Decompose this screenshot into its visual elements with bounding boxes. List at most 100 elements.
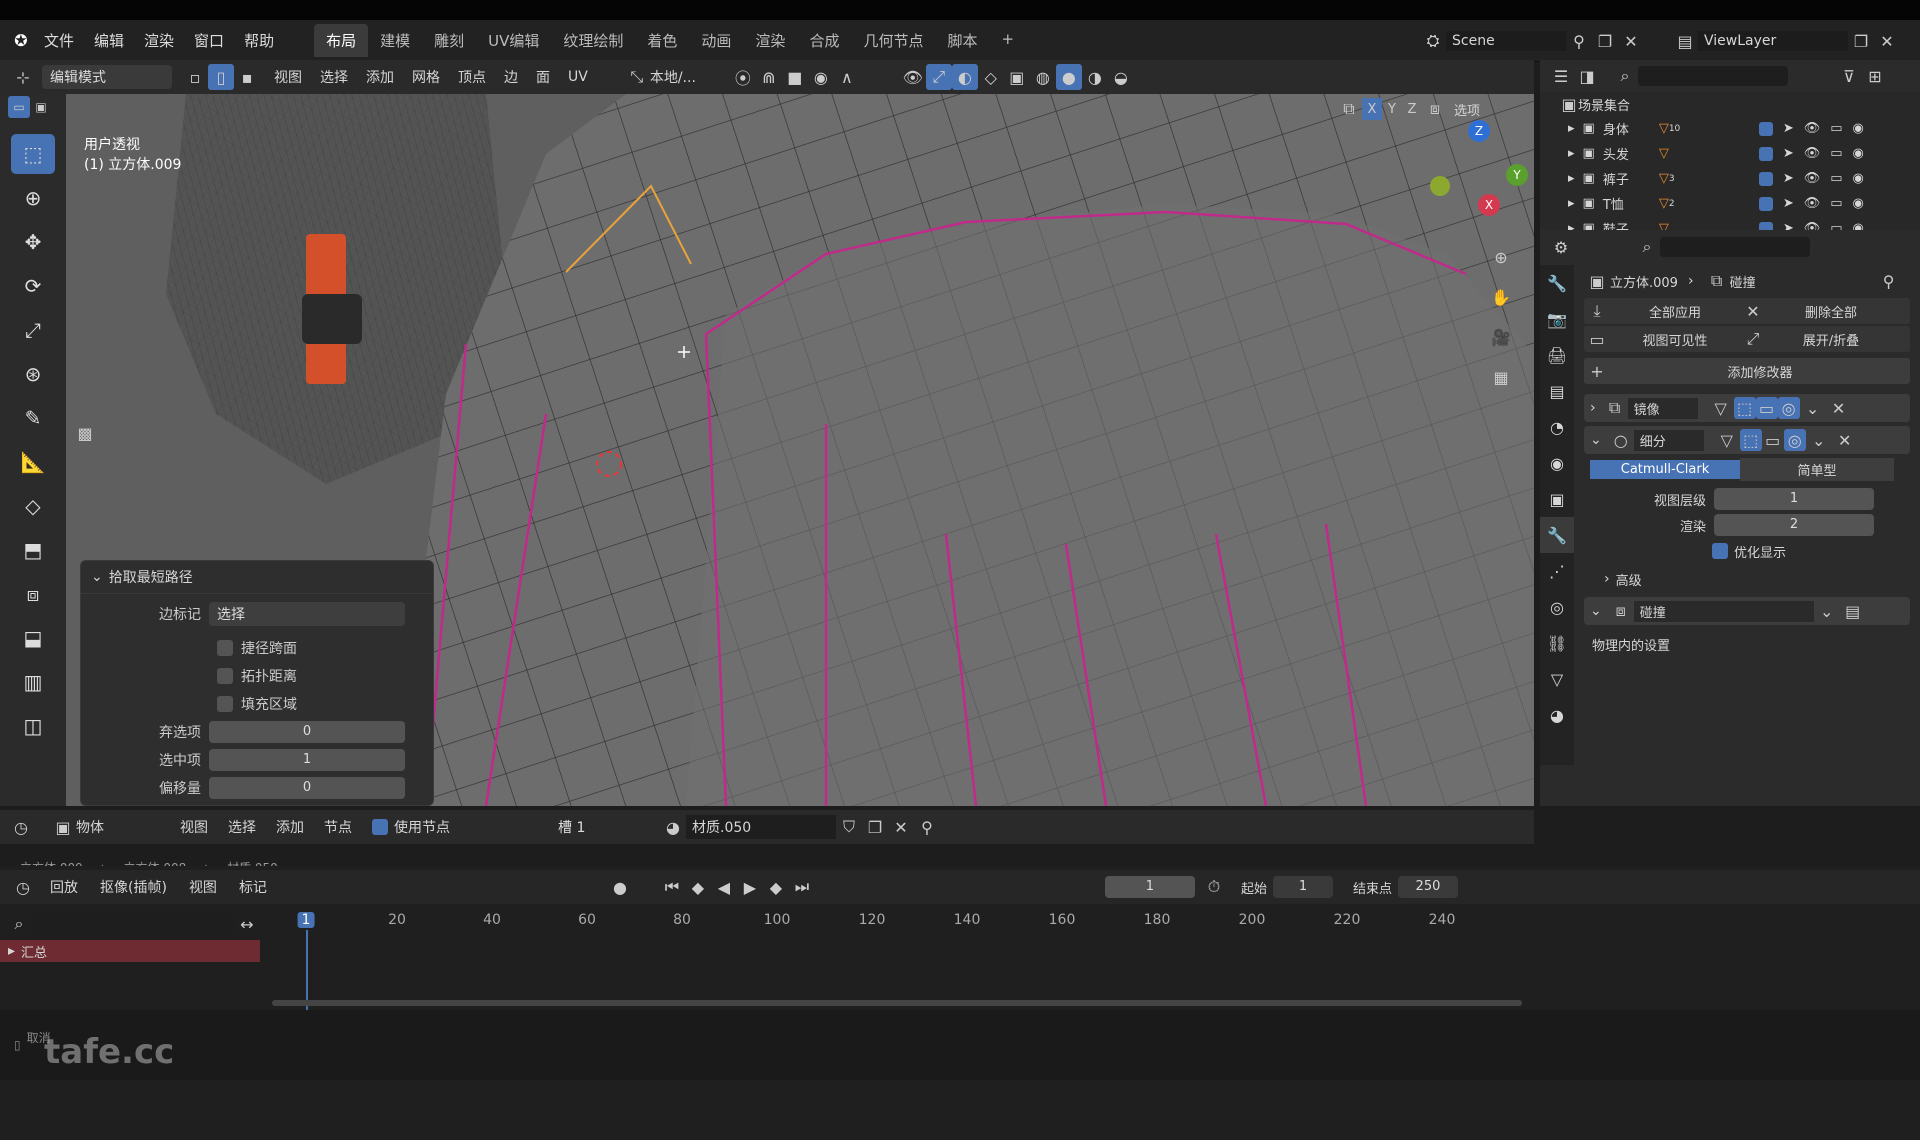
render-tab-icon[interactable]: 📷 <box>1540 301 1574 337</box>
ortho-grid-icon[interactable]: ▦ <box>1488 364 1514 390</box>
record-icon[interactable]: ● <box>607 874 633 900</box>
camera-icon[interactable]: 🎥 <box>1488 324 1514 350</box>
chevron-right-icon[interactable]: ▸ <box>1568 171 1575 186</box>
menu-render[interactable]: 渲染 <box>144 30 174 51</box>
bevel-tool-icon[interactable]: ⬓ <box>11 618 55 658</box>
camera-icon[interactable]: ◉ <box>1853 171 1864 186</box>
physics-tab-icon[interactable]: ◎ <box>1540 589 1574 625</box>
edge-tag-select[interactable]: 选择 <box>209 602 405 626</box>
axis-x-icon[interactable]: X <box>1478 194 1500 216</box>
tab-animation[interactable]: 动画 <box>689 24 743 57</box>
start-frame-field[interactable]: 1 <box>1272 876 1333 898</box>
checkbox-shortcut-faces[interactable] <box>217 640 233 656</box>
edit-mode-toggle-icon[interactable]: ▽ <box>1714 427 1740 453</box>
chevron-down-icon[interactable]: ⌄ <box>1590 603 1602 619</box>
tab-rendering[interactable]: 渲染 <box>743 24 797 57</box>
tab-modeling[interactable]: 建模 <box>368 24 422 57</box>
select-tool-icon[interactable]: ⬚ <box>11 134 55 174</box>
cursor-tool-icon[interactable]: ⊕ <box>11 178 55 218</box>
selected-field[interactable]: 1 <box>209 749 405 771</box>
rotate-tool-icon[interactable]: ⟳ <box>11 266 55 306</box>
mirror-x[interactable]: X <box>1362 98 1382 120</box>
transform-orientation-icon[interactable]: ⤡ <box>624 64 650 90</box>
eye-icon[interactable]: 👁 <box>1804 196 1821 211</box>
object-tab-icon[interactable]: ▣ <box>1540 481 1574 517</box>
add-cube-tool-icon[interactable]: ◇ <box>11 486 55 526</box>
axis-neg-y-icon[interactable] <box>1430 176 1450 196</box>
transform-orientation[interactable]: 本地/... <box>650 67 720 87</box>
chevron-down-icon[interactable]: ⌄ <box>1590 432 1602 448</box>
timeline-search-input[interactable] <box>32 914 234 934</box>
editor-type-icon[interactable]: ⊹ <box>10 64 36 90</box>
add-workspace-icon[interactable]: + <box>989 24 1026 57</box>
add-modifier-button[interactable]: + 添加修改器 <box>1584 358 1910 384</box>
vp-menu-mesh[interactable]: 网格 <box>412 67 440 87</box>
data-tab-icon[interactable]: ▽ <box>1540 661 1574 697</box>
include-checkbox[interactable] <box>1758 121 1773 136</box>
inset-tool-icon[interactable]: ⧈ <box>11 574 55 614</box>
axis-z-icon[interactable]: Z <box>1468 120 1490 142</box>
vp-menu-vertex[interactable]: 顶点 <box>458 67 486 87</box>
timeline-type-icon[interactable]: ◷ <box>10 874 36 900</box>
selectable-icon[interactable]: ➤ <box>1783 171 1794 186</box>
gizmo-icon[interactable]: ⤢ <box>925 64 952 90</box>
chevron-right-icon[interactable]: ▸ <box>1568 121 1575 136</box>
delete-scene-icon[interactable]: ✕ <box>1618 28 1644 54</box>
chevron-right-icon[interactable]: ▸ <box>1568 146 1575 161</box>
tab-compositing[interactable]: 合成 <box>797 24 851 57</box>
optimize-display-checkbox[interactable] <box>1712 543 1728 559</box>
wireframe-shading-icon[interactable]: ◍ <box>1030 64 1056 90</box>
clock-icon[interactable]: ⏱ <box>1201 874 1227 900</box>
world-tab-icon[interactable]: ◉ <box>1540 445 1574 481</box>
node-editor-type-icon[interactable]: ◷ <box>8 814 34 840</box>
include-checkbox[interactable] <box>1758 171 1773 186</box>
scene-selector[interactable]: ⛭ Scene ⚲ ❐ ✕ <box>1420 28 1644 54</box>
pin-props-icon[interactable]: ⚲ <box>1876 268 1902 294</box>
viewport-toggle-icon[interactable]: ▭ <box>1762 429 1784 451</box>
output-tab-icon[interactable]: 🖨 <box>1540 337 1574 373</box>
filter-icon[interactable]: ⊽ <box>1836 63 1862 89</box>
move-tool-icon[interactable]: ✥ <box>11 222 55 262</box>
node-menu-node[interactable]: 节点 <box>324 817 352 837</box>
face-select-icon[interactable]: ▪ <box>234 64 260 90</box>
include-checkbox[interactable] <box>1758 146 1773 161</box>
vp-menu-face[interactable]: 面 <box>536 67 550 87</box>
summary-channel[interactable]: ▸ 汇总 <box>0 940 260 962</box>
select-extend-icon[interactable]: ▣ <box>30 96 52 118</box>
scene-collection-row[interactable]: ▣ 场景集合 <box>1540 92 1920 116</box>
xray-icon[interactable]: ▣ <box>1004 64 1030 90</box>
swap-icon[interactable]: ↔ <box>234 911 260 937</box>
tab-geometry-nodes[interactable]: 几何节点 <box>851 24 935 57</box>
catmull-clark-button[interactable]: Catmull-Clark <box>1590 460 1740 479</box>
tab-scripting[interactable]: 脚本 <box>935 24 989 57</box>
mirror-modifier-name[interactable]: 镜像 <box>1627 397 1698 419</box>
fake-user-icon[interactable]: ⛉ <box>836 814 862 840</box>
pivot-icon[interactable]: ⦿ <box>730 64 756 90</box>
chevron-down-icon[interactable]: ⌄ <box>1814 598 1840 624</box>
pan-hand-icon[interactable]: ✋ <box>1488 284 1514 310</box>
new-viewlayer-icon[interactable]: ❐ <box>1848 28 1874 54</box>
render-shading-icon[interactable]: ◒ <box>1108 64 1134 90</box>
properties-search-input[interactable] <box>1660 237 1810 257</box>
tab-shading[interactable]: 着色 <box>635 24 689 57</box>
view-layer-tab-icon[interactable]: ▤ <box>1540 373 1574 409</box>
remove-modifier-icon[interactable]: ✕ <box>1826 395 1852 421</box>
eye-icon[interactable]: 👁 <box>1804 121 1821 136</box>
navigation-gizmo[interactable]: Z Y X <box>1426 120 1528 220</box>
display-mode-icon[interactable]: ◨ <box>1574 63 1600 89</box>
eye-icon[interactable]: 👁 <box>1804 146 1821 161</box>
render-toggle-icon[interactable]: ◎ <box>1783 429 1806 451</box>
extrude-tool-icon[interactable]: ⬒ <box>11 530 55 570</box>
node-menu-add[interactable]: 添加 <box>276 817 304 837</box>
material-shading-icon[interactable]: ◑ <box>1082 64 1108 90</box>
monitor-icon[interactable]: ▭ <box>1830 171 1842 186</box>
outliner-item[interactable]: ▸ ▣ 身体 ▽ 10 ➤ 👁 ▭ ◉ <box>1540 116 1920 141</box>
simple-button[interactable]: 简单型 <box>1740 458 1894 481</box>
menu-window[interactable]: 窗口 <box>194 30 224 51</box>
solid-shading-icon[interactable]: ● <box>1055 64 1082 90</box>
snap-icon[interactable]: ⋒ <box>756 64 782 90</box>
current-frame-field[interactable]: 1 <box>1104 876 1195 898</box>
render-toggle-icon[interactable]: ◎ <box>1777 397 1800 419</box>
collision-modifier-name[interactable]: 碰撞 <box>1633 600 1814 622</box>
tab-sculpt[interactable]: 雕刻 <box>422 24 476 57</box>
